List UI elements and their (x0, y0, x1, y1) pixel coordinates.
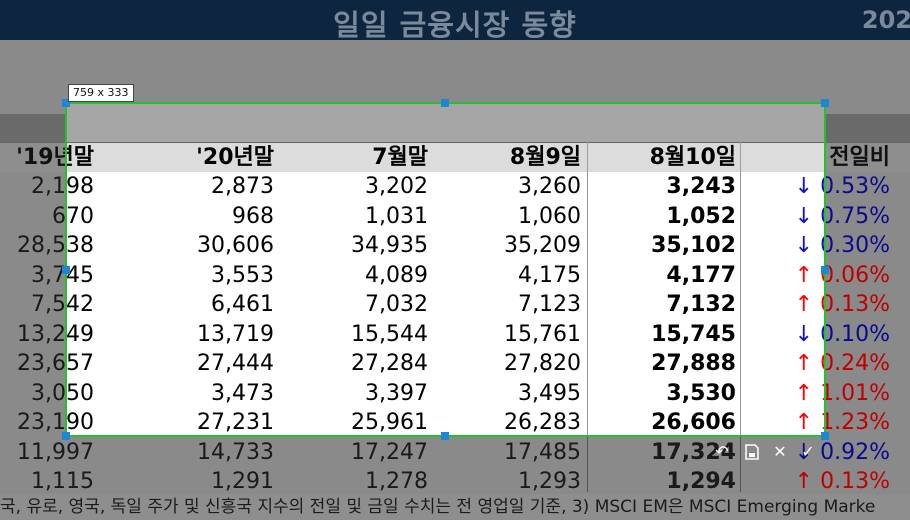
resize-handle-right[interactable] (821, 266, 829, 274)
change-percent: 0.13% (820, 292, 890, 317)
change-percent: 1.01% (820, 380, 890, 406)
change-percent: 0.24% (820, 351, 890, 376)
resize-handle-bottom-right[interactable] (821, 432, 829, 440)
save-icon[interactable] (742, 442, 762, 462)
capture-toolbar: ↶ ✕ ✓ (712, 440, 825, 464)
table-cell: 1,115 (31, 469, 94, 494)
title-year: 202 (861, 6, 910, 34)
table-cell: 1,293 (518, 469, 581, 494)
change-percent: 0.06% (820, 262, 890, 288)
table-cell: 14,733 (197, 439, 274, 465)
resize-handle-top[interactable] (441, 99, 449, 107)
selection-size-label: 759 x 333 (68, 84, 134, 102)
table-cell: 17,485 (504, 439, 581, 465)
table-cell: 1,278 (365, 469, 428, 494)
change-percent: 0.10% (820, 321, 890, 347)
change-percent: 0.53% (820, 174, 890, 199)
change-percent: 0.30% (820, 233, 890, 258)
page-title: 일일 금융시장 동향 (333, 8, 577, 42)
close-icon[interactable]: ✕ (770, 442, 790, 462)
undo-icon[interactable]: ↶ (712, 442, 732, 462)
table-row: 1,115 1,291 1,278 1,293 1,294 ↑ 0.13% (0, 467, 910, 497)
table-cell: 11,997 (17, 439, 94, 465)
change-percent: 0.13% (820, 469, 890, 494)
selection-border (65, 102, 826, 437)
table-cell: 1,294 (666, 469, 736, 494)
change-percent: 0.92% (820, 439, 890, 465)
table-cell: 17,247 (351, 439, 428, 465)
resize-handle-bottom[interactable] (441, 432, 449, 440)
change-percent: 1.23% (820, 410, 890, 435)
resize-handle-bottom-left[interactable] (62, 432, 70, 440)
screen-capture-stage[interactable]: 일일 금융시장 동향 202 '19년말 '20년말 7월말 8월9일 8월10… (0, 0, 910, 520)
table-cell: 1,291 (211, 469, 274, 494)
resize-handle-top-right[interactable] (821, 99, 829, 107)
check-icon[interactable]: ✓ (798, 442, 818, 462)
change-percent: 0.75% (820, 203, 890, 229)
footnote: 국, 유로, 영국, 독일 주가 및 신흥국 지수의 전일 및 금일 수치는 전… (0, 494, 910, 520)
change-cell: ↑ 0.13% (742, 467, 890, 497)
arrow-up-icon: ↑ (794, 469, 814, 494)
resize-handle-left[interactable] (62, 266, 70, 274)
title-bar: 일일 금융시장 동향 202 (0, 0, 910, 42)
